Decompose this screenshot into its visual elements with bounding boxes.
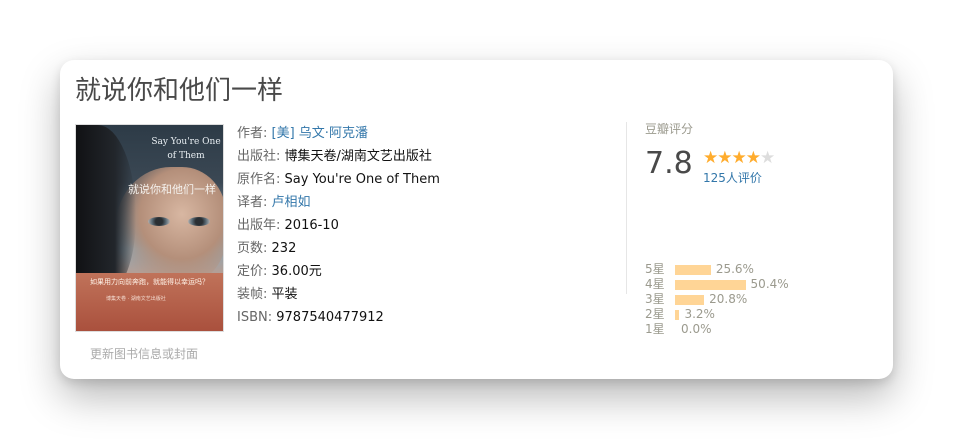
pages-value: 232 bbox=[271, 241, 297, 256]
histogram-percent: 0.0% bbox=[681, 322, 712, 336]
translator-label: 译者: bbox=[237, 195, 268, 210]
rating-score: 7.8 bbox=[645, 146, 693, 181]
star-filled-icon: ★ bbox=[703, 148, 718, 168]
cover-chinese-title: 就说你和他们一样 bbox=[128, 183, 216, 196]
update-book-info-link[interactable]: 更新图书信息或封面 bbox=[90, 345, 198, 362]
author-link[interactable]: [美] 乌文·阿克潘 bbox=[272, 126, 368, 141]
histogram-row: 5星 25.6% bbox=[645, 262, 789, 277]
info-price-row: 定价: 36.00元 bbox=[237, 260, 440, 283]
author-label: 作者: bbox=[237, 126, 268, 141]
original-title-label: 原作名: bbox=[237, 172, 281, 187]
info-year-row: 出版年: 2016-10 bbox=[237, 214, 440, 237]
info-isbn-row: ISBN: 9787540477912 bbox=[237, 306, 440, 329]
year-value: 2016-10 bbox=[284, 218, 339, 233]
info-publisher-row: 出版社: 博集天卷/湖南文艺出版社 bbox=[237, 145, 440, 168]
info-pages-row: 页数: 232 bbox=[237, 237, 440, 260]
histogram-bar bbox=[675, 264, 711, 275]
original-title-value: Say You're One of Them bbox=[284, 172, 440, 187]
isbn-label: ISBN: bbox=[237, 310, 273, 325]
cover-publisher-mark: 博集天卷 · 湖南文艺出版社 bbox=[106, 296, 166, 302]
histogram-row: 3星 20.8% bbox=[645, 292, 789, 307]
publisher-value: 博集天卷/湖南文艺出版社 bbox=[284, 149, 432, 164]
star-filled-icon: ★ bbox=[717, 148, 732, 168]
rating-histogram: 5星 25.6% 4星 50.4% 3星 20.8% 2星 3.2% 1星 0.0% bbox=[645, 262, 789, 337]
histogram-bar bbox=[675, 325, 676, 335]
binding-value: 平装 bbox=[271, 287, 298, 302]
histogram-row: 2星 3.2% bbox=[645, 307, 789, 322]
star-filled-icon: ★ bbox=[731, 148, 747, 168]
histogram-star-label: 3星 bbox=[645, 292, 665, 306]
translator-link[interactable]: 卢相如 bbox=[272, 195, 311, 210]
histogram-bar bbox=[675, 279, 746, 290]
publisher-label: 出版社: bbox=[237, 149, 281, 164]
cover-english-title: Say You're One of Them bbox=[151, 137, 221, 161]
histogram-percent: 50.4% bbox=[750, 277, 789, 291]
histogram-bar bbox=[675, 294, 705, 305]
histogram-bar bbox=[675, 309, 680, 320]
year-label: 出版年: bbox=[237, 218, 281, 233]
histogram-row: 4星 50.4% bbox=[645, 277, 789, 292]
pages-label: 页数: bbox=[237, 241, 268, 256]
book-cover[interactable]: Say You're One of Them 就说你和他们一样 如果用力向前奔跑… bbox=[75, 124, 224, 332]
histogram-percent: 3.2% bbox=[684, 307, 715, 321]
histogram-percent: 25.6% bbox=[715, 262, 754, 276]
histogram-star-label: 5星 bbox=[645, 262, 665, 276]
star-empty-icon: ★ bbox=[760, 148, 775, 168]
price-value: 36.00元 bbox=[271, 264, 322, 279]
info-binding-row: 装帧: 平装 bbox=[237, 283, 440, 306]
price-label: 定价: bbox=[237, 264, 268, 279]
histogram-row: 1星 0.0% bbox=[645, 322, 789, 337]
histogram-star-label: 2星 bbox=[645, 307, 665, 321]
binding-label: 装帧: bbox=[237, 287, 268, 302]
cover-tagline: 如果用力向前奔跑，就能得以幸运吗？ bbox=[90, 278, 209, 286]
rating-label: 豆瓣评分 bbox=[645, 122, 694, 136]
section-divider bbox=[626, 122, 627, 294]
histogram-star-label: 1星 bbox=[645, 322, 665, 336]
info-author-row: 作者: [美] 乌文·阿克潘 bbox=[237, 122, 440, 145]
book-card: 就说你和他们一样 Say You're One of Them 就说你和他们一样… bbox=[60, 60, 893, 379]
rating-stars: ★★★★★ bbox=[703, 148, 775, 168]
rating-panel: 豆瓣评分 7.8 ★★★★★ 125人评价 5星 25.6% 4星 50.4% 3星 20… bbox=[645, 120, 875, 336]
histogram-star-label: 4星 bbox=[645, 277, 665, 291]
book-title: 就说你和他们一样 bbox=[75, 76, 284, 106]
cover-eye-art bbox=[188, 217, 210, 226]
star-filled-icon: ★ bbox=[745, 148, 761, 168]
isbn-value: 9787540477912 bbox=[276, 310, 384, 325]
rating-votes-link[interactable]: 125人评价 bbox=[703, 169, 762, 186]
book-info: 作者: [美] 乌文·阿克潘 出版社: 博集天卷/湖南文艺出版社 原作名: Sa… bbox=[237, 122, 440, 329]
info-original-title-row: 原作名: Say You're One of Them bbox=[237, 168, 440, 191]
histogram-percent: 20.8% bbox=[709, 292, 748, 306]
info-translator-row: 译者: 卢相如 bbox=[237, 191, 440, 214]
cover-hair-art bbox=[76, 125, 136, 295]
cover-eye-art bbox=[148, 217, 170, 226]
